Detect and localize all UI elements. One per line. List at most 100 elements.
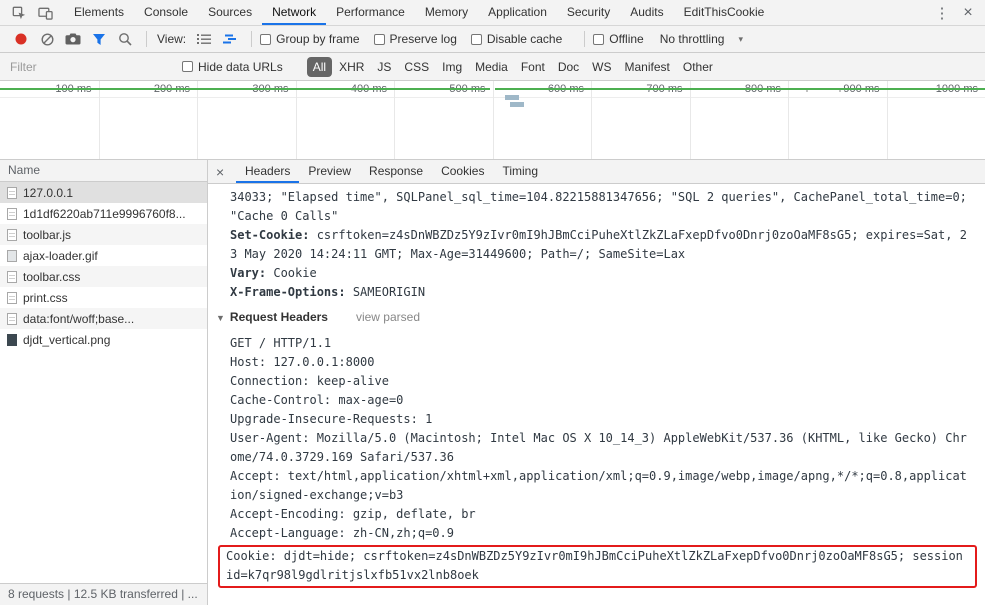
font-file-icon xyxy=(7,312,17,325)
record-button[interactable] xyxy=(8,27,34,51)
request-name: data:font/woff;base... xyxy=(23,311,135,326)
request-headers-section[interactable]: ▼ Request Headers view parsed xyxy=(216,308,971,328)
throttling-select[interactable]: No throttling ▾ xyxy=(660,32,743,46)
tab-audits[interactable]: Audits xyxy=(620,0,673,25)
checkbox-box xyxy=(593,33,605,45)
view-parsed-link[interactable]: view parsed xyxy=(356,310,420,324)
request-row[interactable]: toolbar.js xyxy=(0,224,207,245)
request-row[interactable]: toolbar.css xyxy=(0,266,207,287)
tabbar-right-controls: ⋮ × xyxy=(929,1,985,25)
request-name: print.css xyxy=(23,290,68,305)
response-header-line: Vary: Cookie xyxy=(230,266,317,280)
request-row[interactable]: 1d1df6220ab711e9996760f8... xyxy=(0,203,207,224)
detail-tab-timing[interactable]: Timing xyxy=(493,160,547,183)
screenshot-icon[interactable] xyxy=(60,27,86,51)
checkbox-box xyxy=(373,33,385,45)
response-header-line: Set-Cookie: csrftoken=z4sDnWBZDz5Y9zIvr0… xyxy=(230,228,967,261)
more-menu-icon[interactable]: ⋮ xyxy=(929,1,955,25)
filter-pill-img[interactable]: Img xyxy=(436,57,468,77)
tab-application[interactable]: Application xyxy=(478,0,557,25)
timeline-gridline xyxy=(394,81,395,159)
filter-pill-ws[interactable]: WS xyxy=(586,57,617,77)
filter-pill-other[interactable]: Other xyxy=(677,57,719,77)
view-label: View: xyxy=(157,32,187,46)
filter-pill-font[interactable]: Font xyxy=(515,57,551,77)
detail-tab-headers[interactable]: Headers xyxy=(236,160,299,183)
checkbox-group-by-frame[interactable]: Group by frame xyxy=(260,32,360,46)
tab-network[interactable]: Network xyxy=(262,0,326,25)
timeline-overview[interactable]: 100 ms200 ms300 ms400 ms500 ms600 ms700 … xyxy=(0,81,985,160)
request-row[interactable]: print.css xyxy=(0,287,207,308)
request-row[interactable]: ajax-loader.gif xyxy=(0,245,207,266)
request-row[interactable]: djdt_vertical.png xyxy=(0,329,207,350)
tab-editthiscookie[interactable]: EditThisCookie xyxy=(674,0,775,25)
filter-icon[interactable] xyxy=(86,27,112,51)
filter-pill-media[interactable]: Media xyxy=(469,57,514,77)
detail-tab-preview[interactable]: Preview xyxy=(299,160,360,183)
waterfall-bar xyxy=(510,102,524,107)
view-list-icon[interactable] xyxy=(191,27,217,51)
request-name: 127.0.0.1 xyxy=(23,185,74,200)
request-name: 1d1df6220ab711e9996760f8... xyxy=(23,206,186,221)
checkbox-offline[interactable]: Offline xyxy=(593,32,644,46)
close-details-icon[interactable]: × xyxy=(216,164,234,180)
tab-security[interactable]: Security xyxy=(557,0,620,25)
tab-memory[interactable]: Memory xyxy=(415,0,478,25)
image-file-icon xyxy=(7,333,17,346)
tab-console[interactable]: Console xyxy=(134,0,198,25)
tab-performance[interactable]: Performance xyxy=(326,0,415,25)
view-overview-icon[interactable] xyxy=(217,27,243,51)
name-column-label: Name xyxy=(8,163,41,177)
raw-header-line: User-Agent: Mozilla/5.0 (Macintosh; Inte… xyxy=(230,431,967,464)
tab-elements[interactable]: Elements xyxy=(64,0,134,25)
timeline-gridline xyxy=(591,81,592,159)
detail-tab-bar: × Headers Preview Response Cookies Timing xyxy=(208,160,985,184)
filter-input[interactable] xyxy=(8,58,170,75)
cookie-highlight: Cookie: djdt=hide; csrftoken=z4sDnWBZDz5… xyxy=(218,545,977,588)
request-row[interactable]: 127.0.0.1 xyxy=(0,182,207,203)
script-file-icon xyxy=(7,228,17,241)
close-devtools-icon[interactable]: × xyxy=(955,1,981,25)
detail-tab-response[interactable]: Response xyxy=(360,160,432,183)
waterfall-dot xyxy=(805,90,808,92)
clear-icon[interactable] xyxy=(34,27,60,51)
request-headers-label: Request Headers xyxy=(229,310,328,324)
filter-bar: Hide data URLs AllXHRJSCSSImgMediaFontDo… xyxy=(0,53,985,81)
requests-panel: Name 127.0.0.1 1d1df6220ab711e9996760f8..… xyxy=(0,160,208,605)
checkbox-box xyxy=(260,33,272,45)
search-icon[interactable] xyxy=(112,27,138,51)
checkbox-preserve-log[interactable]: Preserve log xyxy=(373,32,457,46)
detail-tab-cookies[interactable]: Cookies xyxy=(432,160,493,183)
filter-pill-all[interactable]: All xyxy=(306,56,333,77)
checkbox-disable-cache[interactable]: Disable cache xyxy=(470,32,563,46)
hide-data-urls-checkbox[interactable]: Hide data URLs xyxy=(182,60,283,74)
header-name: Vary: xyxy=(230,266,267,280)
request-name: ajax-loader.gif xyxy=(23,248,98,263)
filter-pill-xhr[interactable]: XHR xyxy=(333,57,370,77)
device-toolbar-icon[interactable] xyxy=(32,1,58,25)
timeline-gridline xyxy=(788,81,789,159)
checkbox-label: Preserve log xyxy=(389,32,457,46)
raw-header-line: Cache-Control: max-age=0 xyxy=(230,393,404,407)
filter-pill-js[interactable]: JS xyxy=(371,57,397,77)
disclosure-triangle-icon: ▼ xyxy=(216,313,225,323)
request-list: 127.0.0.1 1d1df6220ab711e9996760f8... tool… xyxy=(0,182,207,350)
checkbox-box xyxy=(470,33,482,45)
request-row[interactable]: data:font/woff;base... xyxy=(0,308,207,329)
filter-pill-css[interactable]: CSS xyxy=(398,57,435,77)
devtools-tab-bar: Elements Console Sources Network Performance… xyxy=(0,0,985,26)
raw-header-line: Host: 127.0.0.1:8000 xyxy=(230,355,375,369)
request-details-panel: × Headers Preview Response Cookies Timing 34… xyxy=(208,160,985,605)
tab-sources[interactable]: Sources xyxy=(198,0,262,25)
throttling-value: No throttling xyxy=(659,32,725,46)
filter-pill-doc[interactable]: Doc xyxy=(552,57,585,77)
checkbox-label: Disable cache xyxy=(486,32,563,46)
checkbox-box xyxy=(182,61,193,72)
request-name: toolbar.css xyxy=(23,269,81,284)
name-column-header[interactable]: Name xyxy=(0,160,207,182)
inspect-icon[interactable] xyxy=(6,1,32,25)
filter-pill-manifest[interactable]: Manifest xyxy=(619,57,676,77)
request-name: toolbar.js xyxy=(23,227,72,242)
hide-data-urls-label: Hide data URLs xyxy=(198,59,283,74)
headers-content: 34033; "Elapsed time", SQLPanel_sql_time… xyxy=(208,184,985,605)
